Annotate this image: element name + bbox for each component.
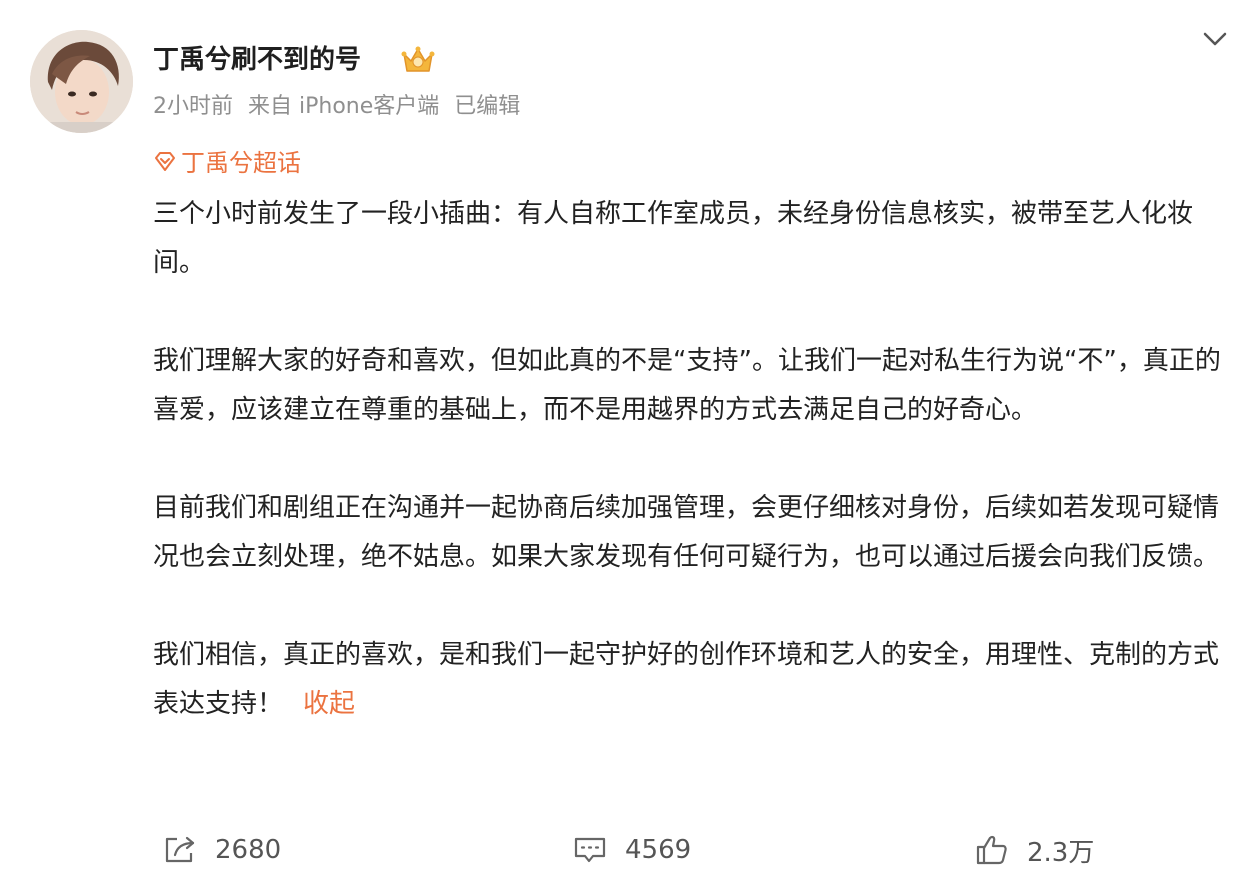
post-paragraph-1: 三个小时前发生了一段小插曲：有人自称工作室成员，未经身份信息核实，被带至艺人化妆… xyxy=(153,199,1194,278)
post-body: 三个小时前发生了一段小插曲：有人自称工作室成员，未经身份信息核实，被带至艺人化妆… xyxy=(153,190,1233,729)
post-meta: 2小时前 来自 iPhone客户端 已编辑 xyxy=(153,90,528,124)
share-count: 2680 xyxy=(215,835,282,865)
collapse-link[interactable]: 收起 xyxy=(303,689,355,719)
post-paragraph-4: 我们相信，真正的喜欢，是和我们一起守护好的创作环境和艺人的安全，用理性、克制的方… xyxy=(153,631,1233,729)
weibo-post: 丁禹兮刷不到的号 2小时前 来自 iPhone客户端 已编辑 丁禹兮超话 三个小… xyxy=(0,0,1242,885)
avatar[interactable] xyxy=(30,30,133,133)
thumbs-up-icon xyxy=(976,835,1007,865)
share-button[interactable]: 2680 xyxy=(163,825,281,875)
like-button[interactable]: 2.3万 xyxy=(975,825,1094,875)
chevron-down-icon[interactable] xyxy=(1200,24,1230,54)
post-paragraph-3: 目前我们和剧组正在沟通并一起协商后续加强管理，会更仔细核对身份，后续如若发现可疑… xyxy=(153,493,1220,572)
super-topic-link[interactable]: 丁禹兮超话 xyxy=(153,145,301,181)
post-paragraph-2: 我们理解大家的好奇和喜欢，但如此真的不是“支持”。让我们一起对私生行为说“不”，… xyxy=(153,346,1221,425)
post-source: 来自 iPhone客户端 xyxy=(248,94,440,119)
super-topic-diamond-icon xyxy=(155,152,175,171)
author-name[interactable]: 丁禹兮刷不到的号 xyxy=(153,40,361,80)
like-count: 2.3万 xyxy=(1027,837,1095,868)
share-icon xyxy=(165,836,195,863)
comment-button[interactable]: 4569 xyxy=(573,825,691,875)
post-time: 2小时前 xyxy=(153,94,233,119)
comment-icon xyxy=(574,837,606,863)
action-bar: 2680 4569 2.3万 xyxy=(0,825,1242,875)
edited-label[interactable]: 已编辑 xyxy=(454,94,520,119)
comment-count: 4569 xyxy=(625,835,692,865)
super-topic-label[interactable]: 丁禹兮超话 xyxy=(181,149,301,177)
avatar-image xyxy=(30,30,133,133)
crown-badge-icon xyxy=(400,44,436,76)
